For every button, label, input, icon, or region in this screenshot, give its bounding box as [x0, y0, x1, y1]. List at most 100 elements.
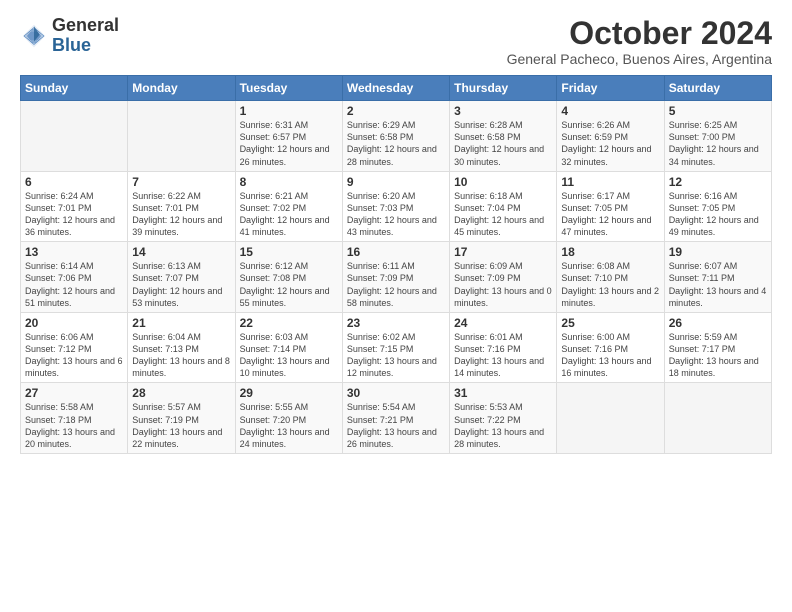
calendar-cell: 23Sunrise: 6:02 AM Sunset: 7:15 PM Dayli… [342, 312, 449, 383]
weekday-header-saturday: Saturday [664, 76, 771, 101]
calendar-cell: 26Sunrise: 5:59 AM Sunset: 7:17 PM Dayli… [664, 312, 771, 383]
day-number: 8 [240, 175, 338, 189]
day-number: 24 [454, 316, 552, 330]
day-number: 20 [25, 316, 123, 330]
calendar-cell: 11Sunrise: 6:17 AM Sunset: 7:05 PM Dayli… [557, 171, 664, 242]
calendar-cell: 6Sunrise: 6:24 AM Sunset: 7:01 PM Daylig… [21, 171, 128, 242]
day-info: Sunrise: 6:12 AM Sunset: 7:08 PM Dayligh… [240, 260, 338, 309]
calendar-cell [557, 383, 664, 454]
calendar-cell: 18Sunrise: 6:08 AM Sunset: 7:10 PM Dayli… [557, 242, 664, 313]
logo-general: General [52, 16, 119, 36]
page: General Blue October 2024 General Pachec… [0, 0, 792, 612]
day-number: 30 [347, 386, 445, 400]
day-info: Sunrise: 6:09 AM Sunset: 7:09 PM Dayligh… [454, 260, 552, 309]
day-info: Sunrise: 6:17 AM Sunset: 7:05 PM Dayligh… [561, 190, 659, 239]
day-info: Sunrise: 6:13 AM Sunset: 7:07 PM Dayligh… [132, 260, 230, 309]
logo: General Blue [20, 16, 119, 56]
weekday-header-thursday: Thursday [450, 76, 557, 101]
calendar-cell: 20Sunrise: 6:06 AM Sunset: 7:12 PM Dayli… [21, 312, 128, 383]
day-info: Sunrise: 6:24 AM Sunset: 7:01 PM Dayligh… [25, 190, 123, 239]
day-info: Sunrise: 5:58 AM Sunset: 7:18 PM Dayligh… [25, 401, 123, 450]
day-number: 23 [347, 316, 445, 330]
day-number: 25 [561, 316, 659, 330]
calendar-week-5: 27Sunrise: 5:58 AM Sunset: 7:18 PM Dayli… [21, 383, 772, 454]
calendar-cell: 5Sunrise: 6:25 AM Sunset: 7:00 PM Daylig… [664, 101, 771, 172]
day-info: Sunrise: 6:26 AM Sunset: 6:59 PM Dayligh… [561, 119, 659, 168]
day-number: 5 [669, 104, 767, 118]
day-number: 3 [454, 104, 552, 118]
calendar-cell: 29Sunrise: 5:55 AM Sunset: 7:20 PM Dayli… [235, 383, 342, 454]
day-info: Sunrise: 5:57 AM Sunset: 7:19 PM Dayligh… [132, 401, 230, 450]
calendar-cell: 15Sunrise: 6:12 AM Sunset: 7:08 PM Dayli… [235, 242, 342, 313]
day-number: 28 [132, 386, 230, 400]
calendar-cell: 22Sunrise: 6:03 AM Sunset: 7:14 PM Dayli… [235, 312, 342, 383]
calendar-cell: 4Sunrise: 6:26 AM Sunset: 6:59 PM Daylig… [557, 101, 664, 172]
day-info: Sunrise: 6:01 AM Sunset: 7:16 PM Dayligh… [454, 331, 552, 380]
day-number: 18 [561, 245, 659, 259]
calendar-cell: 17Sunrise: 6:09 AM Sunset: 7:09 PM Dayli… [450, 242, 557, 313]
day-number: 1 [240, 104, 338, 118]
calendar-cell: 14Sunrise: 6:13 AM Sunset: 7:07 PM Dayli… [128, 242, 235, 313]
weekday-header-sunday: Sunday [21, 76, 128, 101]
logo-icon [20, 22, 48, 50]
calendar-cell: 7Sunrise: 6:22 AM Sunset: 7:01 PM Daylig… [128, 171, 235, 242]
weekday-header-monday: Monday [128, 76, 235, 101]
day-info: Sunrise: 6:06 AM Sunset: 7:12 PM Dayligh… [25, 331, 123, 380]
calendar-cell: 19Sunrise: 6:07 AM Sunset: 7:11 PM Dayli… [664, 242, 771, 313]
day-number: 27 [25, 386, 123, 400]
day-number: 16 [347, 245, 445, 259]
weekday-header-tuesday: Tuesday [235, 76, 342, 101]
calendar-cell: 12Sunrise: 6:16 AM Sunset: 7:05 PM Dayli… [664, 171, 771, 242]
logo-blue: Blue [52, 36, 119, 56]
day-info: Sunrise: 6:21 AM Sunset: 7:02 PM Dayligh… [240, 190, 338, 239]
logo-text: General Blue [52, 16, 119, 56]
day-number: 4 [561, 104, 659, 118]
day-info: Sunrise: 5:53 AM Sunset: 7:22 PM Dayligh… [454, 401, 552, 450]
calendar-cell [664, 383, 771, 454]
calendar-cell: 9Sunrise: 6:20 AM Sunset: 7:03 PM Daylig… [342, 171, 449, 242]
day-number: 9 [347, 175, 445, 189]
weekday-header-row: SundayMondayTuesdayWednesdayThursdayFrid… [21, 76, 772, 101]
calendar-week-1: 1Sunrise: 6:31 AM Sunset: 6:57 PM Daylig… [21, 101, 772, 172]
calendar-week-2: 6Sunrise: 6:24 AM Sunset: 7:01 PM Daylig… [21, 171, 772, 242]
day-number: 31 [454, 386, 552, 400]
calendar-cell [128, 101, 235, 172]
calendar-cell: 31Sunrise: 5:53 AM Sunset: 7:22 PM Dayli… [450, 383, 557, 454]
day-number: 6 [25, 175, 123, 189]
calendar-cell: 28Sunrise: 5:57 AM Sunset: 7:19 PM Dayli… [128, 383, 235, 454]
calendar-cell: 27Sunrise: 5:58 AM Sunset: 7:18 PM Dayli… [21, 383, 128, 454]
day-number: 17 [454, 245, 552, 259]
day-info: Sunrise: 5:59 AM Sunset: 7:17 PM Dayligh… [669, 331, 767, 380]
day-info: Sunrise: 6:00 AM Sunset: 7:16 PM Dayligh… [561, 331, 659, 380]
calendar-cell: 25Sunrise: 6:00 AM Sunset: 7:16 PM Dayli… [557, 312, 664, 383]
day-number: 29 [240, 386, 338, 400]
day-info: Sunrise: 6:31 AM Sunset: 6:57 PM Dayligh… [240, 119, 338, 168]
day-number: 2 [347, 104, 445, 118]
calendar-cell: 30Sunrise: 5:54 AM Sunset: 7:21 PM Dayli… [342, 383, 449, 454]
day-number: 13 [25, 245, 123, 259]
day-info: Sunrise: 6:03 AM Sunset: 7:14 PM Dayligh… [240, 331, 338, 380]
day-number: 19 [669, 245, 767, 259]
day-info: Sunrise: 6:22 AM Sunset: 7:01 PM Dayligh… [132, 190, 230, 239]
weekday-header-wednesday: Wednesday [342, 76, 449, 101]
day-number: 26 [669, 316, 767, 330]
calendar-table: SundayMondayTuesdayWednesdayThursdayFrid… [20, 75, 772, 454]
calendar-cell: 24Sunrise: 6:01 AM Sunset: 7:16 PM Dayli… [450, 312, 557, 383]
header: General Blue October 2024 General Pachec… [20, 16, 772, 67]
calendar-cell [21, 101, 128, 172]
calendar-cell: 13Sunrise: 6:14 AM Sunset: 7:06 PM Dayli… [21, 242, 128, 313]
day-info: Sunrise: 6:25 AM Sunset: 7:00 PM Dayligh… [669, 119, 767, 168]
day-number: 11 [561, 175, 659, 189]
day-number: 22 [240, 316, 338, 330]
calendar-week-3: 13Sunrise: 6:14 AM Sunset: 7:06 PM Dayli… [21, 242, 772, 313]
day-info: Sunrise: 6:18 AM Sunset: 7:04 PM Dayligh… [454, 190, 552, 239]
day-info: Sunrise: 6:07 AM Sunset: 7:11 PM Dayligh… [669, 260, 767, 309]
calendar-cell: 10Sunrise: 6:18 AM Sunset: 7:04 PM Dayli… [450, 171, 557, 242]
day-info: Sunrise: 6:29 AM Sunset: 6:58 PM Dayligh… [347, 119, 445, 168]
day-number: 12 [669, 175, 767, 189]
month-title: October 2024 [507, 16, 772, 51]
calendar-cell: 3Sunrise: 6:28 AM Sunset: 6:58 PM Daylig… [450, 101, 557, 172]
calendar-week-4: 20Sunrise: 6:06 AM Sunset: 7:12 PM Dayli… [21, 312, 772, 383]
calendar-cell: 2Sunrise: 6:29 AM Sunset: 6:58 PM Daylig… [342, 101, 449, 172]
calendar-cell: 8Sunrise: 6:21 AM Sunset: 7:02 PM Daylig… [235, 171, 342, 242]
